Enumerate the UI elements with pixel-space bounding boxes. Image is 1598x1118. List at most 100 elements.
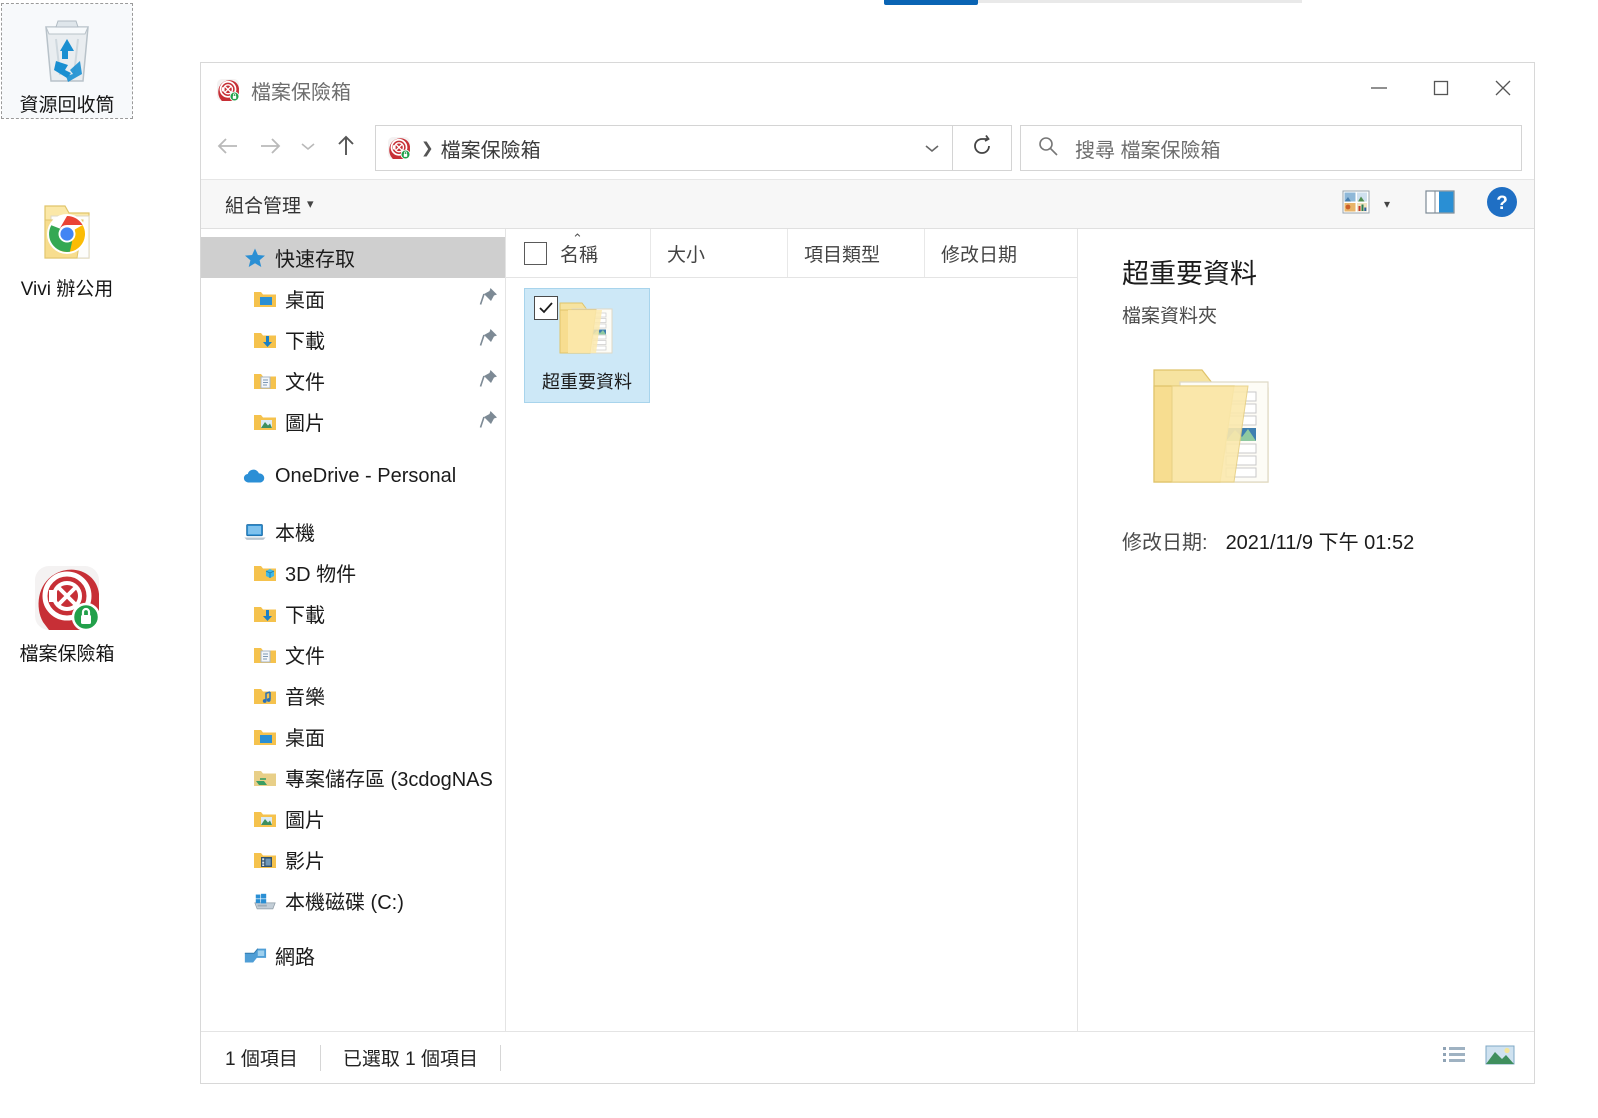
search-icon <box>1037 135 1059 162</box>
back-button[interactable] <box>207 127 249 169</box>
onedrive-icon <box>243 465 267 489</box>
file-vault-locked-icon <box>215 77 241 103</box>
file-item-tile[interactable]: 超重要資料 <box>524 288 650 403</box>
pin-icon[interactable] <box>471 409 499 435</box>
sidebar-item-onedrive[interactable]: OneDrive - Personal <box>201 456 505 497</box>
breadcrumb-separator[interactable]: ❯ <box>421 139 434 157</box>
large-icons-view-icon <box>1485 1044 1515 1071</box>
recent-locations-button[interactable] <box>291 127 325 169</box>
sidebar-item-downloads-pc[interactable]: 下載 <box>201 593 505 634</box>
sidebar-item-label: 專案儲存區 (3cdogNAS <box>285 769 493 791</box>
pin-icon[interactable] <box>471 286 499 312</box>
sidebar-item-videos[interactable]: 影片 <box>201 839 505 880</box>
up-arrow-icon <box>335 133 357 164</box>
background-window-active-tab-sliver <box>884 0 978 5</box>
this-pc-icon <box>243 520 267 544</box>
close-icon <box>1492 77 1514 104</box>
view-options-caret-icon[interactable]: ▾ <box>1376 197 1398 211</box>
pin-icon[interactable] <box>471 327 499 353</box>
help-icon: ? <box>1486 186 1518 223</box>
folder-chrome-shortcut-icon <box>2 188 132 278</box>
preview-pane-button[interactable] <box>1420 184 1460 224</box>
window-titlebar: 檔案保險箱 <box>201 63 1534 117</box>
minimize-button[interactable] <box>1348 63 1410 117</box>
chevron-down-icon <box>925 145 939 153</box>
desktop-icon-recycle-bin[interactable]: 資源回收筒 <box>1 3 133 119</box>
chevron-down-icon <box>299 139 317 158</box>
column-header-size[interactable]: 大小 <box>651 229 788 277</box>
refresh-button[interactable] <box>953 125 1012 171</box>
view-options-button[interactable] <box>1336 184 1376 224</box>
preview-pane-icon <box>1425 189 1455 219</box>
maximize-icon <box>1431 78 1451 103</box>
sidebar-item-music[interactable]: 音樂 <box>201 675 505 716</box>
documents-folder-icon <box>253 369 277 393</box>
large-icons-view-button[interactable] <box>1480 1040 1520 1076</box>
sidebar-item-label: 桌面 <box>285 728 325 750</box>
sidebar-item-3d-objects[interactable]: 3D 物件 <box>201 552 505 593</box>
maximize-button[interactable] <box>1410 63 1472 117</box>
desktop-icon-file-vault[interactable]: 檔案保險箱 <box>2 553 132 667</box>
local-disk-icon <box>253 889 277 913</box>
sidebar-item-label: OneDrive - Personal <box>275 465 457 487</box>
details-pane: 超重要資料 檔案資料夾 修改日期: 2021/11/9 下午 01:52 <box>1078 229 1534 1031</box>
sidebar-item-desktop-pc[interactable]: 桌面 <box>201 716 505 757</box>
up-button[interactable] <box>325 127 367 169</box>
sidebar-item-documents[interactable]: 文件 <box>201 360 505 401</box>
3d-objects-folder-icon <box>253 561 277 585</box>
organize-caret-icon[interactable]: ▾ <box>307 196 314 212</box>
star-icon <box>243 246 267 270</box>
sidebar-item-label: 圖片 <box>285 810 325 832</box>
sidebar-item-quick-access[interactable]: 快速存取 <box>201 237 505 278</box>
forward-button[interactable] <box>249 127 291 169</box>
sidebar-item-label: 桌面 <box>285 290 325 312</box>
help-button[interactable]: ? <box>1482 184 1522 224</box>
forward-arrow-icon <box>257 135 283 162</box>
search-input[interactable]: 搜尋 檔案保險箱 <box>1020 125 1522 171</box>
recycle-bin-icon <box>2 4 132 94</box>
sidebar-item-label: 文件 <box>285 646 325 668</box>
close-button[interactable] <box>1472 63 1534 117</box>
file-items-area[interactable]: 超重要資料 <box>506 278 1077 1031</box>
item-checkbox[interactable] <box>534 296 558 320</box>
details-view-icon <box>1441 1044 1467 1071</box>
select-all-checkbox[interactable] <box>524 241 547 265</box>
sidebar-item-project-storage[interactable]: 專案儲存區 (3cdogNAS <box>201 757 505 798</box>
status-divider <box>319 1044 321 1071</box>
address-dropdown-button[interactable] <box>912 127 952 169</box>
sidebar-item-local-disk-c[interactable]: 本機磁碟 (C:) <box>201 880 505 921</box>
status-selection-count: 已選取 1 個項目 <box>342 1049 478 1070</box>
sidebar-item-pictures-pc[interactable]: 圖片 <box>201 798 505 839</box>
column-header-type[interactable]: 項目類型 <box>788 229 925 277</box>
breadcrumb-current[interactable]: 檔案保險箱 <box>441 134 541 163</box>
sidebar-item-label: 下載 <box>285 605 325 627</box>
folder-documents-large-icon <box>1136 356 1286 496</box>
pin-icon[interactable] <box>471 368 499 394</box>
file-list-pane: ⌃ 名稱 大小 項目類型 修改日期 超重要資料 <box>506 229 1078 1031</box>
pictures-folder-icon <box>253 410 277 434</box>
column-header-date-modified[interactable]: 修改日期 <box>925 229 1061 277</box>
sidebar-item-label: 快速存取 <box>275 249 355 271</box>
desktop-icon-vivi-office-folder[interactable]: Vivi 辦公用 <box>2 188 132 302</box>
sidebar-item-network[interactable]: 網路 <box>201 935 505 976</box>
desktop-icon-label: 資源回收筒 <box>19 95 115 116</box>
pictures-folder-icon <box>253 807 277 831</box>
back-arrow-icon <box>215 135 241 162</box>
sidebar-item-documents-pc[interactable]: 文件 <box>201 634 505 675</box>
sidebar-item-label: 文件 <box>285 372 325 394</box>
sort-ascending-icon: ⌃ <box>572 231 583 246</box>
column-header-label: 修改日期 <box>941 244 1018 266</box>
column-header-name[interactable]: ⌃ 名稱 <box>506 229 651 277</box>
address-bar[interactable]: ❯ 檔案保險箱 <box>375 125 953 171</box>
column-header-label: 大小 <box>667 244 706 266</box>
sidebar-item-label: 音樂 <box>285 687 325 709</box>
sidebar-item-this-pc[interactable]: 本機 <box>201 511 505 552</box>
sidebar-item-downloads[interactable]: 下載 <box>201 319 505 360</box>
sidebar-item-desktop[interactable]: 桌面 <box>201 278 505 319</box>
sidebar-item-label: 本機 <box>275 523 315 545</box>
desktop-icon-label: Vivi 辦公用 <box>20 279 114 300</box>
navigation-pane: 快速存取 桌面 下載 文件 圖片 OneDrive - Personal 本機 … <box>201 229 506 1031</box>
details-view-button[interactable] <box>1434 1040 1474 1076</box>
sidebar-item-pictures[interactable]: 圖片 <box>201 401 505 442</box>
organize-menu-button[interactable]: 組合管理 <box>225 191 301 218</box>
